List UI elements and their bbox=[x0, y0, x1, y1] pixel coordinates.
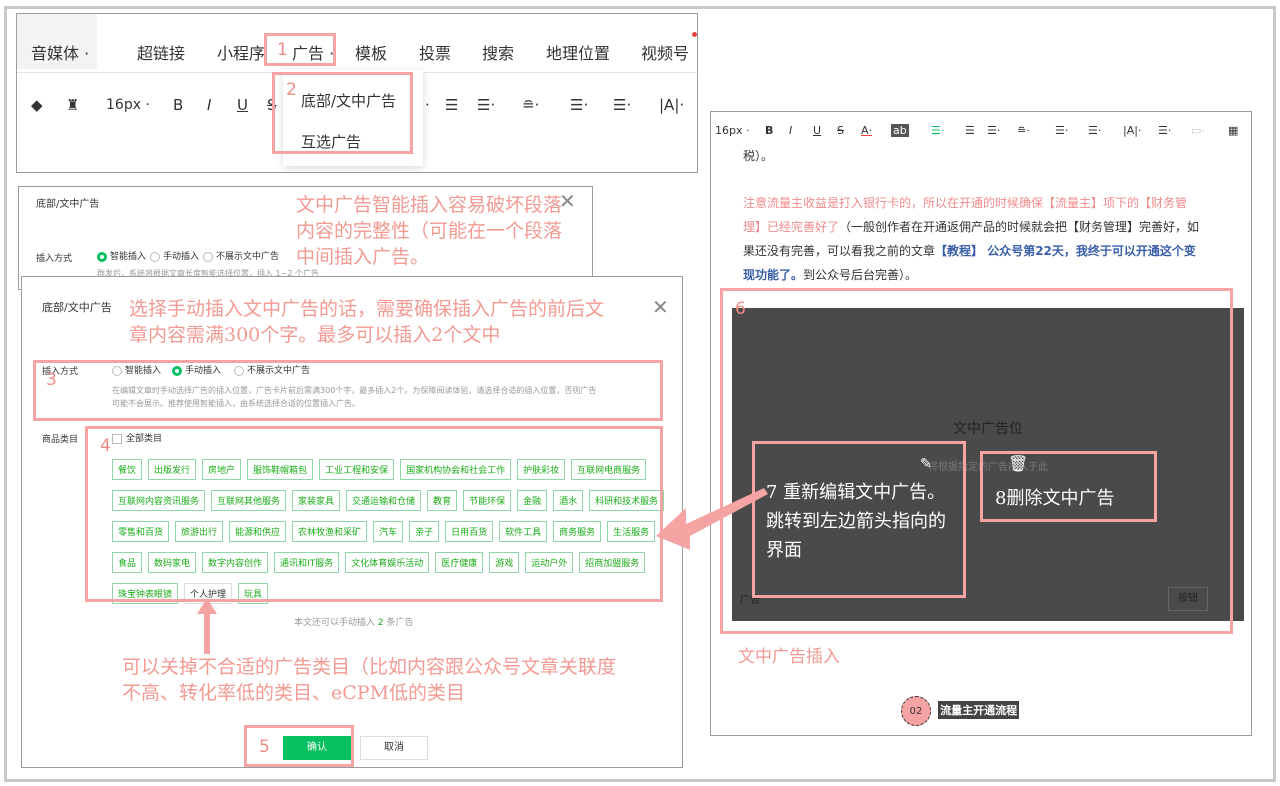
dialog-title: 底部/文中广告 bbox=[42, 301, 112, 314]
step-label: 流量主开通流程 bbox=[938, 700, 1020, 719]
remaining-prefix: 本文还可以手动插入 bbox=[294, 618, 376, 628]
step-number-badge: 02 bbox=[901, 696, 931, 726]
menu-location[interactable]: 地理位置 bbox=[546, 40, 610, 64]
manual-insert-note: 选择手动插入文中广告的话，需要确保插入广告的前后文章内容需满300个字。最多可以… bbox=[129, 298, 605, 346]
menu-miniprogram[interactable]: 小程序 bbox=[217, 40, 265, 64]
bullet-list-icon[interactable]: ☰· bbox=[1158, 124, 1171, 137]
align-center-icon[interactable]: ☰· bbox=[477, 96, 495, 114]
paragraph-tail: 税）。 bbox=[743, 149, 774, 163]
italic-button[interactable]: I bbox=[207, 96, 211, 114]
annotation-num-3: 3 bbox=[46, 370, 57, 390]
indent-icon[interactable]: ☰ bbox=[445, 96, 458, 114]
list-icon[interactable]: ☰· bbox=[613, 96, 631, 114]
annotation-box-1 bbox=[264, 33, 336, 66]
category-label: 商品类目 bbox=[42, 435, 79, 445]
letter-spacing-icon[interactable]: |A|· bbox=[1123, 124, 1141, 137]
radio-none[interactable]: 不展示文中广告 bbox=[203, 249, 279, 262]
line-height-icon[interactable]: ☰· bbox=[1055, 124, 1068, 137]
article-paragraph: 注意流量主收益是打入银行卡的，所以在开通的时候确保【流量主】项下的【财务管理】已… bbox=[743, 191, 1203, 287]
radio-smart-dot[interactable] bbox=[97, 251, 107, 262]
toolbar-more-icon[interactable]: · bbox=[425, 96, 430, 114]
letter-spacing-icon[interactable]: |A|· bbox=[659, 96, 684, 114]
notification-dot bbox=[692, 32, 697, 37]
edit-note: 7 重新编辑文中广告。跳转到左边箭头指向的界面 bbox=[766, 482, 946, 561]
line-height-icon[interactable]: ☰· bbox=[570, 96, 588, 114]
underline-button[interactable]: U bbox=[813, 124, 821, 137]
radio-manual-label: 手动插入 bbox=[163, 252, 200, 262]
menu-search[interactable]: 搜索 bbox=[482, 40, 514, 64]
smart-insert-note: 文中广告智能插入容易破坏段落内容的完整性（可能在一个段落中间插入广告。 bbox=[296, 194, 563, 268]
radio-manual-dot[interactable] bbox=[150, 251, 160, 262]
annotation-box-3 bbox=[33, 360, 663, 421]
italic-button[interactable]: I bbox=[789, 124, 792, 137]
font-color-icon[interactable]: A· bbox=[861, 124, 872, 137]
cancel-label: 取消 bbox=[384, 742, 404, 753]
annotation-num-1: 1 bbox=[277, 40, 288, 60]
arrow-up-icon bbox=[197, 598, 217, 654]
annotation-num-5: 5 bbox=[259, 737, 270, 757]
align-center-icon[interactable]: ☰· bbox=[987, 124, 1000, 137]
indent-icon[interactable]: ☰ bbox=[965, 124, 975, 137]
annotation-num-4: 4 bbox=[100, 436, 111, 456]
align-icon[interactable]: ≘· bbox=[1017, 124, 1030, 137]
step-heading: 02 流量主开通流程 bbox=[901, 696, 1020, 726]
radio-smart-label: 智能插入 bbox=[110, 252, 147, 262]
background-color-icon[interactable]: ab bbox=[891, 124, 909, 137]
radio-smart[interactable]: 智能插入 bbox=[97, 249, 146, 262]
remaining-count: 2 bbox=[377, 618, 384, 628]
paragraph-end: 到公众号后台完善）。 bbox=[803, 268, 918, 282]
close-icon[interactable]: ✕ bbox=[652, 295, 669, 319]
menu-hyperlink[interactable]: 超链接 bbox=[137, 40, 185, 64]
insert-method-label: 插入方式 bbox=[36, 254, 73, 264]
radio-manual[interactable]: 手动插入 bbox=[150, 249, 199, 262]
list-icon[interactable]: ☰· bbox=[1088, 124, 1101, 137]
format-painter-icon[interactable]: ♜ bbox=[66, 96, 79, 114]
font-size-select[interactable]: 16px · bbox=[106, 97, 150, 113]
radio-none-dot[interactable] bbox=[203, 251, 213, 262]
insert-caption: 文中广告插入 bbox=[738, 647, 840, 667]
delete-note: 8删除文中广告 bbox=[995, 488, 1115, 509]
remaining-count-text: 本文还可以手动插入 2 条广告 bbox=[294, 615, 414, 628]
underline-button[interactable]: U bbox=[237, 96, 248, 114]
category-note: 可以关掉不合适的广告类目（比如内容跟公众号文章关联度不高、转化率低的类目、eCP… bbox=[122, 656, 617, 704]
annotation-box-4 bbox=[85, 426, 663, 602]
bold-button[interactable]: B bbox=[173, 96, 183, 114]
menu-vote[interactable]: 投票 bbox=[419, 40, 451, 64]
annotation-num-6: 6 bbox=[735, 299, 746, 319]
menu-template[interactable]: 模板 bbox=[355, 40, 387, 64]
strike-button[interactable]: S bbox=[837, 124, 844, 137]
eraser-icon[interactable]: ◆ bbox=[31, 96, 43, 114]
cancel-button[interactable]: 取消 bbox=[360, 736, 428, 760]
disabled-icon: ▭· bbox=[1191, 124, 1205, 137]
menu-media[interactable]: 音媒体 · bbox=[31, 40, 89, 64]
annotation-num-2: 2 bbox=[286, 80, 297, 100]
arrow-left-icon bbox=[656, 488, 768, 550]
bold-button[interactable]: B bbox=[765, 124, 773, 137]
align-left-icon[interactable]: ☰· bbox=[931, 124, 944, 137]
radio-none-label: 不展示文中广告 bbox=[216, 252, 280, 262]
dialog-title: 底部/文中广告 bbox=[36, 199, 100, 210]
menu-channels[interactable]: 视频号 bbox=[641, 40, 689, 64]
font-size-select[interactable]: 16px · bbox=[715, 124, 749, 137]
remaining-suffix: 条广告 bbox=[386, 618, 414, 628]
align-icon[interactable]: ≘· bbox=[522, 96, 539, 114]
table-icon[interactable]: ▦ bbox=[1228, 124, 1238, 137]
